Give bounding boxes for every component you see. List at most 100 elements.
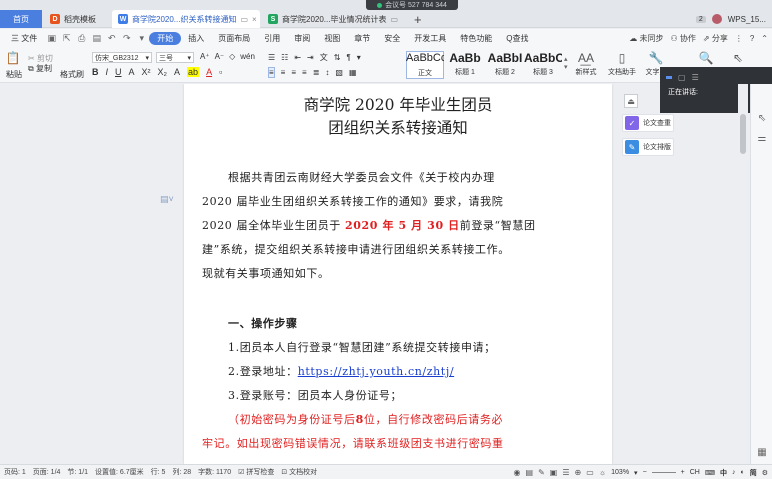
page-view-icon[interactable]: ▤ [526,468,534,477]
chinese-layout-icon[interactable]: 文 [320,52,328,63]
font-color-icon[interactable]: A [206,67,212,77]
subscript-icon[interactable]: X₂ [158,67,168,77]
tab-document-active[interactable]: W 商学院2020...织关系转接通知 ▭ × [112,10,260,28]
bullet-list-icon[interactable]: ☰ [268,53,275,62]
ime-simplified[interactable]: 简 [750,468,757,478]
paper-check-button[interactable]: ✓ 论文查重 [622,114,674,132]
search-button[interactable]: Q查找 [499,33,535,44]
justify-icon[interactable]: ≡ [302,68,307,77]
close-tab-icon[interactable]: × [248,15,257,24]
zoom-level[interactable]: 103% [611,469,629,476]
sync-status[interactable]: ☁ 未同步 [629,33,663,44]
numbered-list-icon[interactable]: ☷ [281,53,288,62]
align-center-icon[interactable]: ≡ [281,68,286,77]
clear-format-icon[interactable]: ◇ [229,52,235,61]
underline-icon[interactable]: U [115,67,122,77]
scrollbar-thumb[interactable] [740,114,746,154]
status-word-count[interactable]: 字数: 1170 [198,467,231,477]
user-name[interactable]: WPS_15... [728,15,766,24]
chevron-down-icon[interactable]: ▾ [634,469,638,477]
eye-protect-icon[interactable]: ☼ [599,468,606,477]
ime-mode[interactable]: 中 [720,468,727,478]
new-style-button[interactable]: A͟A 新样式 [570,51,602,81]
status-page-number[interactable]: 页码: 1 [4,467,26,477]
style-gallery-scroll[interactable]: ▴ ▾ [564,55,568,71]
paragraph-layout-icon[interactable]: ▤˅ [160,194,174,205]
font-family-select[interactable]: 仿宋_GB2312 ▾ [92,52,152,63]
bold-icon[interactable]: B [92,67,99,77]
style-normal[interactable]: AaBbCcI 正文 [406,51,444,79]
chevron-down-icon[interactable]: ▾ [136,33,147,44]
ime-punct-icon[interactable]: ♪ [732,469,736,476]
window-count-badge[interactable]: 2 [695,15,706,23]
ime-width-icon[interactable]: ◐ [740,469,744,476]
collapse-panel-icon[interactable]: ⏏ [624,94,638,108]
line-spacing-icon[interactable]: ↕ [325,68,329,77]
file-menu[interactable]: 三 文件 [4,33,44,44]
menu-home[interactable]: 开始 [149,31,182,45]
web-view-icon[interactable]: ⊕ [575,468,582,477]
preview-icon[interactable]: ▤ [91,33,102,44]
tab-spreadsheet[interactable]: S 商学院2020...毕业情况统计表 ▭ [262,10,398,28]
add-tab-button[interactable]: + [414,12,422,27]
read-mode-icon[interactable]: ▭ [586,468,594,477]
avatar[interactable] [711,14,722,24]
style-heading-3[interactable]: AaBbC 标题 3 [524,51,562,79]
font-size-select[interactable]: 三号 ▾ [156,52,194,63]
menu-insert[interactable]: 插入 [181,33,211,44]
save-icon[interactable]: ▣ [46,33,57,44]
show-marks-icon[interactable]: ¶ [346,53,350,62]
paper-format-button[interactable]: ✎ 论文排版 [622,138,674,156]
edit-icon[interactable]: ✎ [538,468,545,477]
window-restore-icon[interactable]: ▭ [386,15,398,24]
more-icon[interactable]: ⋮ [735,34,743,43]
eye-icon[interactable]: ◉ [514,468,521,477]
document-page[interactable]: 商学院 2020 年毕业生团员 团组织关系转接通知 根据共青团云南财经大学委员会… [184,84,612,464]
doc-helper-button[interactable]: ▯ 文档助手 [606,51,638,81]
copy-button[interactable]: ⧉ 复制 [28,63,52,74]
vertical-scrollbar[interactable] [738,84,748,464]
help-icon[interactable]: ? [750,34,754,43]
adjust-icon[interactable]: ⚌ [756,132,768,144]
spell-check-toggle[interactable]: ☑ 拼写检查 [238,467,274,477]
window-restore-icon[interactable]: ▭ [236,15,248,24]
menu-features[interactable]: 特色功能 [453,33,499,44]
status-pages[interactable]: 页面: 1/4 [33,467,61,477]
border-icon[interactable]: ▦ [349,68,357,77]
tab-home[interactable]: 首页 [0,10,42,28]
menu-view[interactable]: 视图 [317,33,347,44]
tab-docer-templates[interactable]: D 稻壳模板 [44,10,110,28]
zoom-in-icon[interactable]: + [681,469,685,476]
italic-icon[interactable]: I [106,67,109,77]
menu-page-layout[interactable]: 页面布局 [211,33,257,44]
collaborate-button[interactable]: ⚇ 协作 [671,33,696,44]
decrease-indent-icon[interactable]: ⇤ [294,53,301,62]
undo-icon[interactable]: ↶ [106,33,117,44]
menu-sections[interactable]: 章节 [347,33,377,44]
menu-security[interactable]: 安全 [377,33,407,44]
align-right-icon[interactable]: ≡ [291,68,296,77]
login-url-link[interactable]: https://zhtj.youth.cn/zhtj/ [298,365,454,378]
print-icon[interactable]: ⎙ [76,33,87,44]
share-button[interactable]: ⇗ 分享 [703,33,728,44]
zoom-out-icon[interactable]: − [643,469,647,476]
zoom-slider[interactable] [651,472,676,473]
menu-references[interactable]: 引用 [257,33,287,44]
sort-icon[interactable]: ⇅ [334,53,341,62]
menu-icon[interactable]: ☰ [692,73,699,82]
collapse-ribbon-icon[interactable]: ⌃ [761,34,768,43]
strikethrough-icon[interactable]: X² [142,67,151,77]
align-left-icon[interactable]: ≡ [268,67,275,78]
ime-icon[interactable]: CH [690,469,700,476]
highlight-icon[interactable]: ab [187,67,200,77]
keyboard-icon[interactable]: ⌨ [705,469,715,477]
character-spacing-icon[interactable]: A [174,67,180,77]
grow-font-icon[interactable]: A⁺ [200,52,210,61]
style-heading-1[interactable]: AaBb 标题 1 [446,51,484,79]
redo-icon[interactable]: ↷ [121,33,132,44]
grid-icon[interactable]: ▦ [756,446,768,458]
print-layout-icon[interactable]: ▣ [550,468,558,477]
font-effect-icon[interactable]: A [129,67,135,77]
increase-indent-icon[interactable]: ⇥ [307,53,314,62]
menu-review[interactable]: 审阅 [287,33,317,44]
